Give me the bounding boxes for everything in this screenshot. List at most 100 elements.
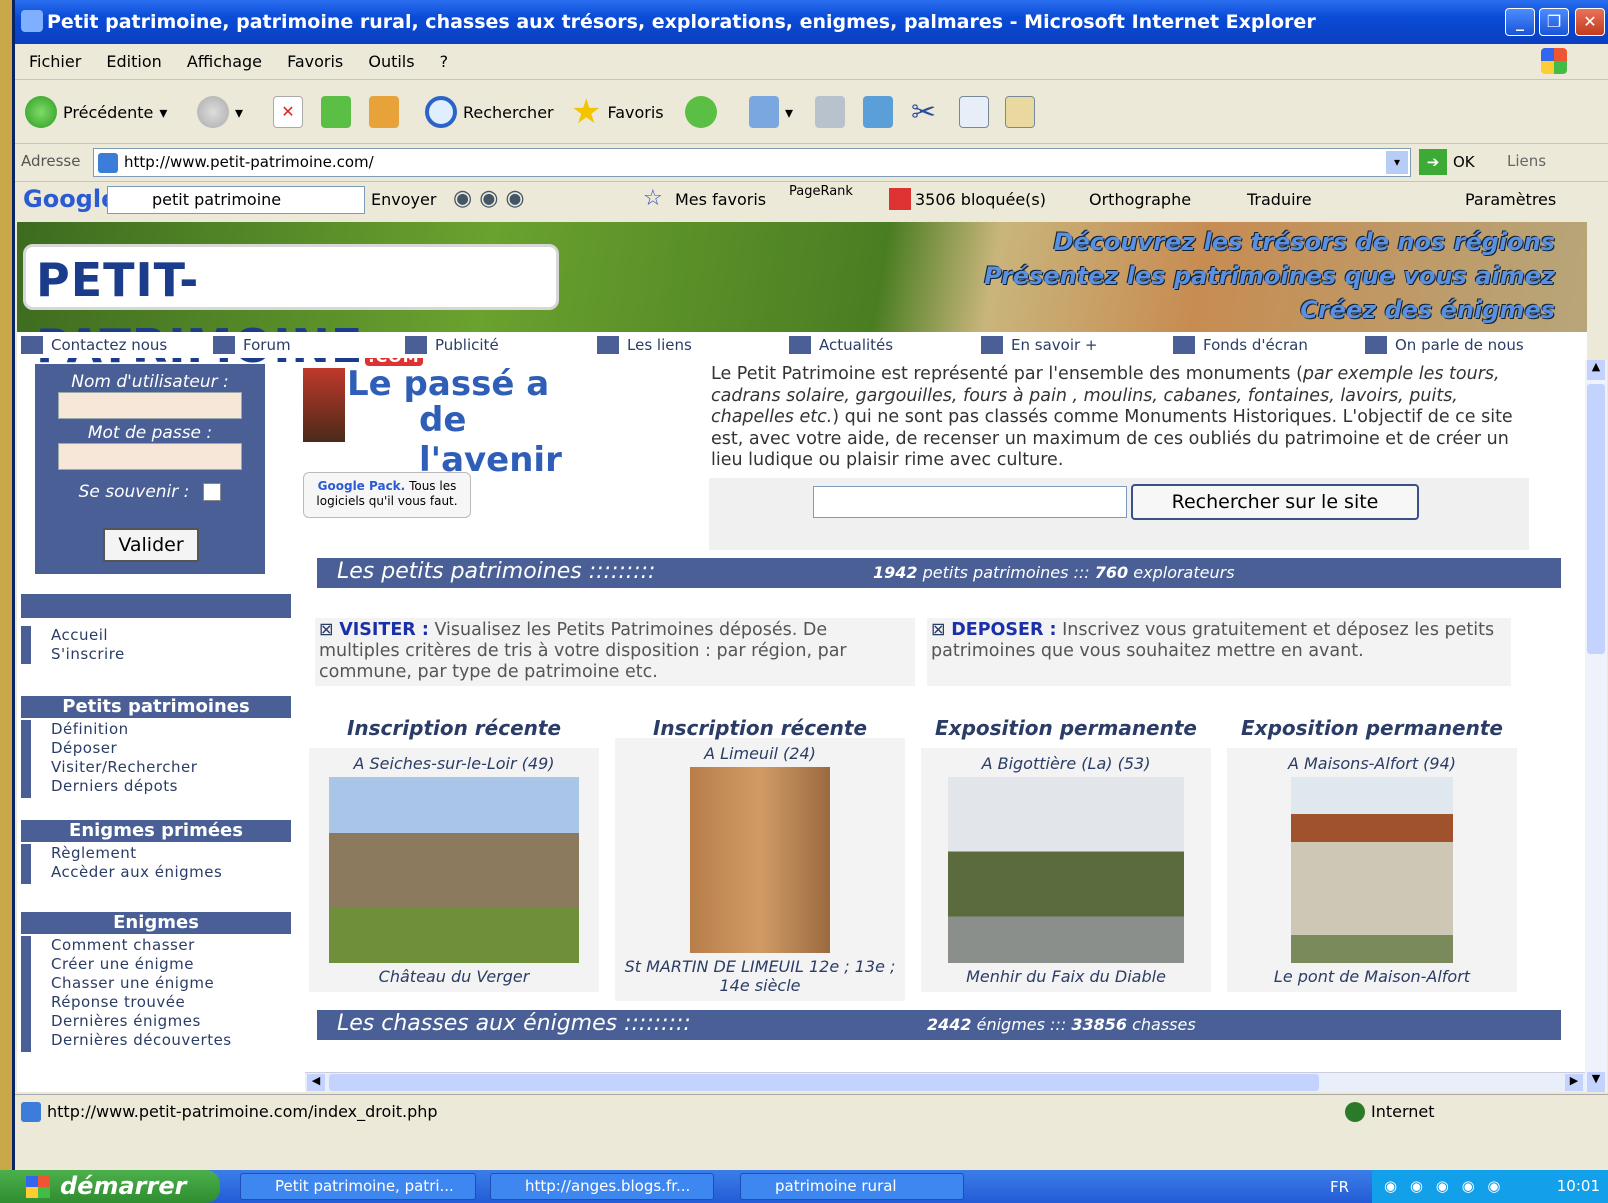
card-place[interactable]: A Limeuil (24) xyxy=(619,744,901,763)
sidebar-item-creer-enigme[interactable]: Créer une énigme xyxy=(51,955,291,974)
card-photo[interactable] xyxy=(948,777,1184,963)
card-photo[interactable] xyxy=(1291,777,1453,963)
favorites-button[interactable]: ★ Favoris xyxy=(571,92,664,132)
menu-affichage[interactable]: Affichage xyxy=(187,52,262,71)
home-icon[interactable] xyxy=(369,96,399,128)
task-patrimoine-rural[interactable]: patrimoine rural xyxy=(740,1173,964,1200)
maximize-button[interactable]: ❐ xyxy=(1539,8,1569,36)
sidebar-item-dernieres-decouvertes[interactable]: Dernières découvertes xyxy=(51,1031,291,1050)
sidebar-item-reglement[interactable]: Règlement xyxy=(51,844,291,863)
google-pack-ad[interactable]: Google Pack. Tous les logiciels qu'il vo… xyxy=(303,472,471,518)
nav-en-savoir[interactable]: En savoir + xyxy=(981,336,1097,354)
sidebar-item-dernieres-enigmes[interactable]: Dernières énigmes xyxy=(51,1012,291,1031)
sidebar-item-inscrire[interactable]: S'inscrire xyxy=(51,645,291,664)
spellcheck-button[interactable]: Orthographe xyxy=(1089,190,1191,209)
username-input[interactable] xyxy=(58,392,242,419)
settings-button[interactable]: Paramètres xyxy=(1465,190,1556,209)
sidebar-item-definition[interactable]: Définition xyxy=(51,720,291,739)
messenger-icon[interactable] xyxy=(863,96,893,128)
pagerank-indicator[interactable]: PageRank xyxy=(789,184,853,199)
scroll-left-icon[interactable]: ◀ xyxy=(307,1074,325,1091)
sidebar-item-visiter[interactable]: Visiter/Rechercher xyxy=(51,758,291,777)
go-button[interactable]: ➔ OK xyxy=(1419,149,1475,175)
deposer-link[interactable]: DEPOSER : xyxy=(951,620,1056,640)
menu-outils[interactable]: Outils xyxy=(368,52,414,71)
tray-icons[interactable]: ◉ ◉ ◉ ◉ ◉ xyxy=(1384,1177,1505,1195)
paste-icon[interactable] xyxy=(1005,96,1035,128)
popup-blocked-count[interactable]: 3506 bloquée(s) xyxy=(915,190,1046,209)
sidebar-item-comment-chasser[interactable]: Comment chasser xyxy=(51,936,291,955)
nav-liens[interactable]: Les liens xyxy=(597,336,692,354)
menu-fichier[interactable]: Fichier xyxy=(29,52,81,71)
my-favorites-button[interactable]: Mes favoris xyxy=(675,190,766,209)
sidebar-item-acceder-enigmes[interactable]: Accèder aux énigmes xyxy=(51,863,291,882)
site-search-button[interactable]: Rechercher sur le site xyxy=(1131,484,1419,520)
card-photo[interactable] xyxy=(329,777,579,963)
scroll-down-icon[interactable]: ▼ xyxy=(1587,1072,1605,1092)
nav-fonds-ecran[interactable]: Fonds d'écran xyxy=(1173,336,1308,354)
links-button[interactable]: Liens xyxy=(1507,152,1546,170)
card-place[interactable]: A Seiches-sur-le-Loir (49) xyxy=(313,754,595,773)
site-search: Rechercher sur le site xyxy=(709,478,1529,550)
scroll-up-icon[interactable]: ▲ xyxy=(1587,360,1605,380)
scroll-thumb[interactable] xyxy=(1587,384,1605,654)
refresh-icon[interactable] xyxy=(321,96,351,128)
back-button[interactable]: Précédente ▾ xyxy=(25,92,167,132)
copy-icon[interactable] xyxy=(959,96,989,128)
card-caption[interactable]: St MARTIN DE LIMEUIL 12e ; 13e ; 14e siè… xyxy=(619,957,901,995)
nav-forum[interactable]: Forum xyxy=(213,336,291,354)
sidebar-item-chasser-enigme[interactable]: Chasser une énigme xyxy=(51,974,291,993)
intro-text: Le Petit Patrimoine est représenté par l… xyxy=(711,364,1513,470)
scroll-thumb[interactable] xyxy=(329,1074,1319,1091)
google-search-input[interactable]: petit patrimoine xyxy=(107,186,365,214)
remember-checkbox[interactable] xyxy=(203,483,222,501)
minimize-button[interactable]: _ xyxy=(1505,8,1535,36)
toolbar: Précédente ▾ ▾ ✕ Rechercher ★ Favoris ▾ ✂ xyxy=(15,80,1608,144)
sidebar-item-reponse-trouvee[interactable]: Réponse trouvée xyxy=(51,993,291,1012)
nav-on-parle[interactable]: On parle de nous xyxy=(1365,336,1524,354)
google-send-button[interactable]: Envoyer xyxy=(371,190,436,209)
dropdown-arrow-icon[interactable]: ▾ xyxy=(1386,151,1408,174)
card-caption[interactable]: Menhir du Faix du Diable xyxy=(925,967,1207,986)
card-place[interactable]: A Bigottière (La) (53) xyxy=(925,754,1207,773)
stop-icon[interactable]: ✕ xyxy=(273,96,303,128)
submit-button[interactable]: Valider xyxy=(103,528,199,562)
vertical-scrollbar[interactable]: ▲ ▼ xyxy=(1585,360,1607,1092)
task-anges-blogs[interactable]: http://anges.blogs.fr... xyxy=(490,1173,714,1200)
forward-button[interactable]: ▾ xyxy=(197,92,243,132)
sidebar-menu-enigmes: Comment chasser Créer une énigme Chasser… xyxy=(21,936,291,1052)
search-button[interactable]: Rechercher xyxy=(425,92,554,132)
language-indicator[interactable]: FR xyxy=(1330,1178,1349,1196)
menu-help[interactable]: ? xyxy=(440,52,449,71)
mail-icon[interactable] xyxy=(749,96,779,128)
scroll-right-icon[interactable]: ▶ xyxy=(1565,1074,1583,1091)
print-icon[interactable] xyxy=(815,96,845,128)
history-icon[interactable] xyxy=(685,96,717,128)
horizontal-scrollbar[interactable]: ◀ ▶ xyxy=(305,1072,1587,1092)
google-buttons-icon[interactable]: ◉ ◉ ◉ xyxy=(453,186,525,211)
nav-publicite[interactable]: Publicité xyxy=(405,336,499,354)
nav-contact[interactable]: Contactez nous xyxy=(21,336,167,354)
task-petit-patrimoine[interactable]: Petit patrimoine, patri... xyxy=(240,1173,476,1200)
card-caption[interactable]: Château du Verger xyxy=(313,967,595,986)
sidebar-item-deposer[interactable]: Déposer xyxy=(51,739,291,758)
card-caption[interactable]: Le pont de Maison-Alfort xyxy=(1231,967,1513,986)
visiter-link[interactable]: VISITER : xyxy=(339,620,429,640)
search-icon xyxy=(425,96,457,128)
password-input[interactable] xyxy=(58,443,242,470)
menu-favoris[interactable]: Favoris xyxy=(287,52,343,71)
menu-edition[interactable]: Edition xyxy=(106,52,161,71)
address-input[interactable]: http://www.petit-patrimoine.com/ ▾ xyxy=(93,148,1411,177)
site-logo[interactable]: PETIT-PATRIMOINE.COM xyxy=(23,244,559,373)
start-button[interactable]: démarrer xyxy=(0,1170,220,1203)
translate-button[interactable]: Traduire xyxy=(1247,190,1312,209)
card-photo[interactable] xyxy=(690,767,830,953)
card-place[interactable]: A Maisons-Alfort (94) xyxy=(1231,754,1513,773)
site-search-input[interactable] xyxy=(813,486,1127,518)
status-url: http://www.petit-patrimoine.com/index_dr… xyxy=(47,1102,438,1121)
cut-icon[interactable]: ✂ xyxy=(911,95,936,130)
sidebar-item-derniers-depots[interactable]: Derniers dépots xyxy=(51,777,291,796)
sidebar-item-accueil[interactable]: Accueil xyxy=(51,626,291,645)
nav-actualites[interactable]: Actualités xyxy=(789,336,893,354)
close-button[interactable]: ✕ xyxy=(1575,8,1605,36)
